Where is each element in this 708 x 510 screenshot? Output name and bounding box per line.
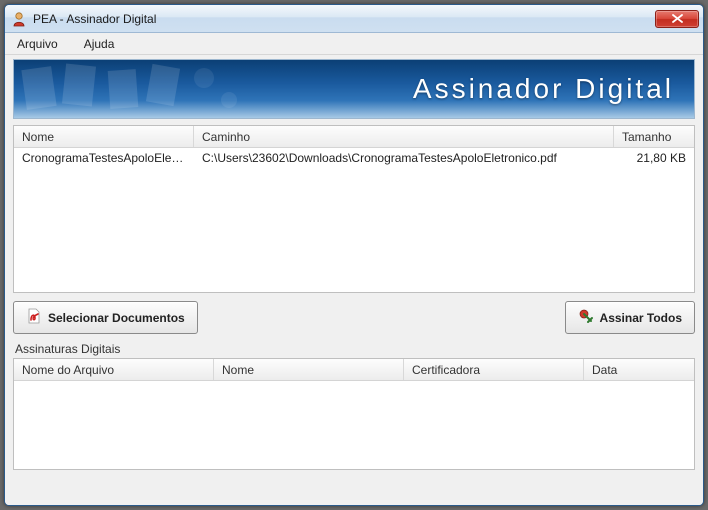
banner: Assinador Digital [13, 59, 695, 119]
documents-table-body: CronogramaTestesApoloEletronic... C:\Use… [14, 148, 694, 292]
window-title: PEA - Assinador Digital [33, 12, 655, 26]
documents-table-header: Nome Caminho Tamanho [14, 126, 694, 148]
cell-tamanho: 21,80 KB [614, 149, 694, 167]
menu-arquivo[interactable]: Arquivo [11, 35, 64, 53]
column-header-certificadora[interactable]: Certificadora [404, 359, 584, 380]
app-icon [11, 11, 27, 27]
sign-all-label: Assinar Todos [600, 311, 682, 325]
signatures-table-body [14, 381, 694, 469]
column-header-data[interactable]: Data [584, 359, 694, 380]
app-window: PEA - Assinador Digital Arquivo Ajuda As… [4, 4, 704, 506]
select-documents-button[interactable]: Selecionar Documentos [13, 301, 198, 334]
documents-table: Nome Caminho Tamanho CronogramaTestesApo… [13, 125, 695, 293]
signatures-table-header: Nome do Arquivo Nome Certificadora Data [14, 359, 694, 381]
client-area: Assinador Digital Nome Caminho Tamanho C… [5, 55, 703, 505]
banner-decoration [14, 60, 274, 119]
menu-ajuda[interactable]: Ajuda [78, 35, 121, 53]
titlebar: PEA - Assinador Digital [5, 5, 703, 33]
banner-title: Assinador Digital [413, 73, 674, 105]
select-documents-label: Selecionar Documentos [48, 311, 185, 325]
column-header-nome-arquivo[interactable]: Nome do Arquivo [14, 359, 214, 380]
signatures-group-label: Assinaturas Digitais [15, 342, 695, 356]
column-header-tamanho[interactable]: Tamanho [614, 126, 694, 147]
column-header-nome[interactable]: Nome [14, 126, 194, 147]
signatures-table: Nome do Arquivo Nome Certificadora Data [13, 358, 695, 470]
close-icon [672, 14, 683, 23]
column-header-caminho[interactable]: Caminho [194, 126, 614, 147]
sign-icon [578, 308, 594, 327]
menubar: Arquivo Ajuda [5, 33, 703, 55]
sign-all-button[interactable]: Assinar Todos [565, 301, 695, 334]
table-row[interactable]: CronogramaTestesApoloEletronic... C:\Use… [14, 148, 694, 168]
column-header-sig-nome[interactable]: Nome [214, 359, 404, 380]
close-button[interactable] [655, 10, 699, 28]
pdf-icon [26, 308, 42, 327]
action-row: Selecionar Documentos Assinar Todos [13, 301, 695, 334]
cell-caminho: C:\Users\23602\Downloads\CronogramaTeste… [194, 149, 614, 167]
cell-nome: CronogramaTestesApoloEletronic... [14, 149, 194, 167]
